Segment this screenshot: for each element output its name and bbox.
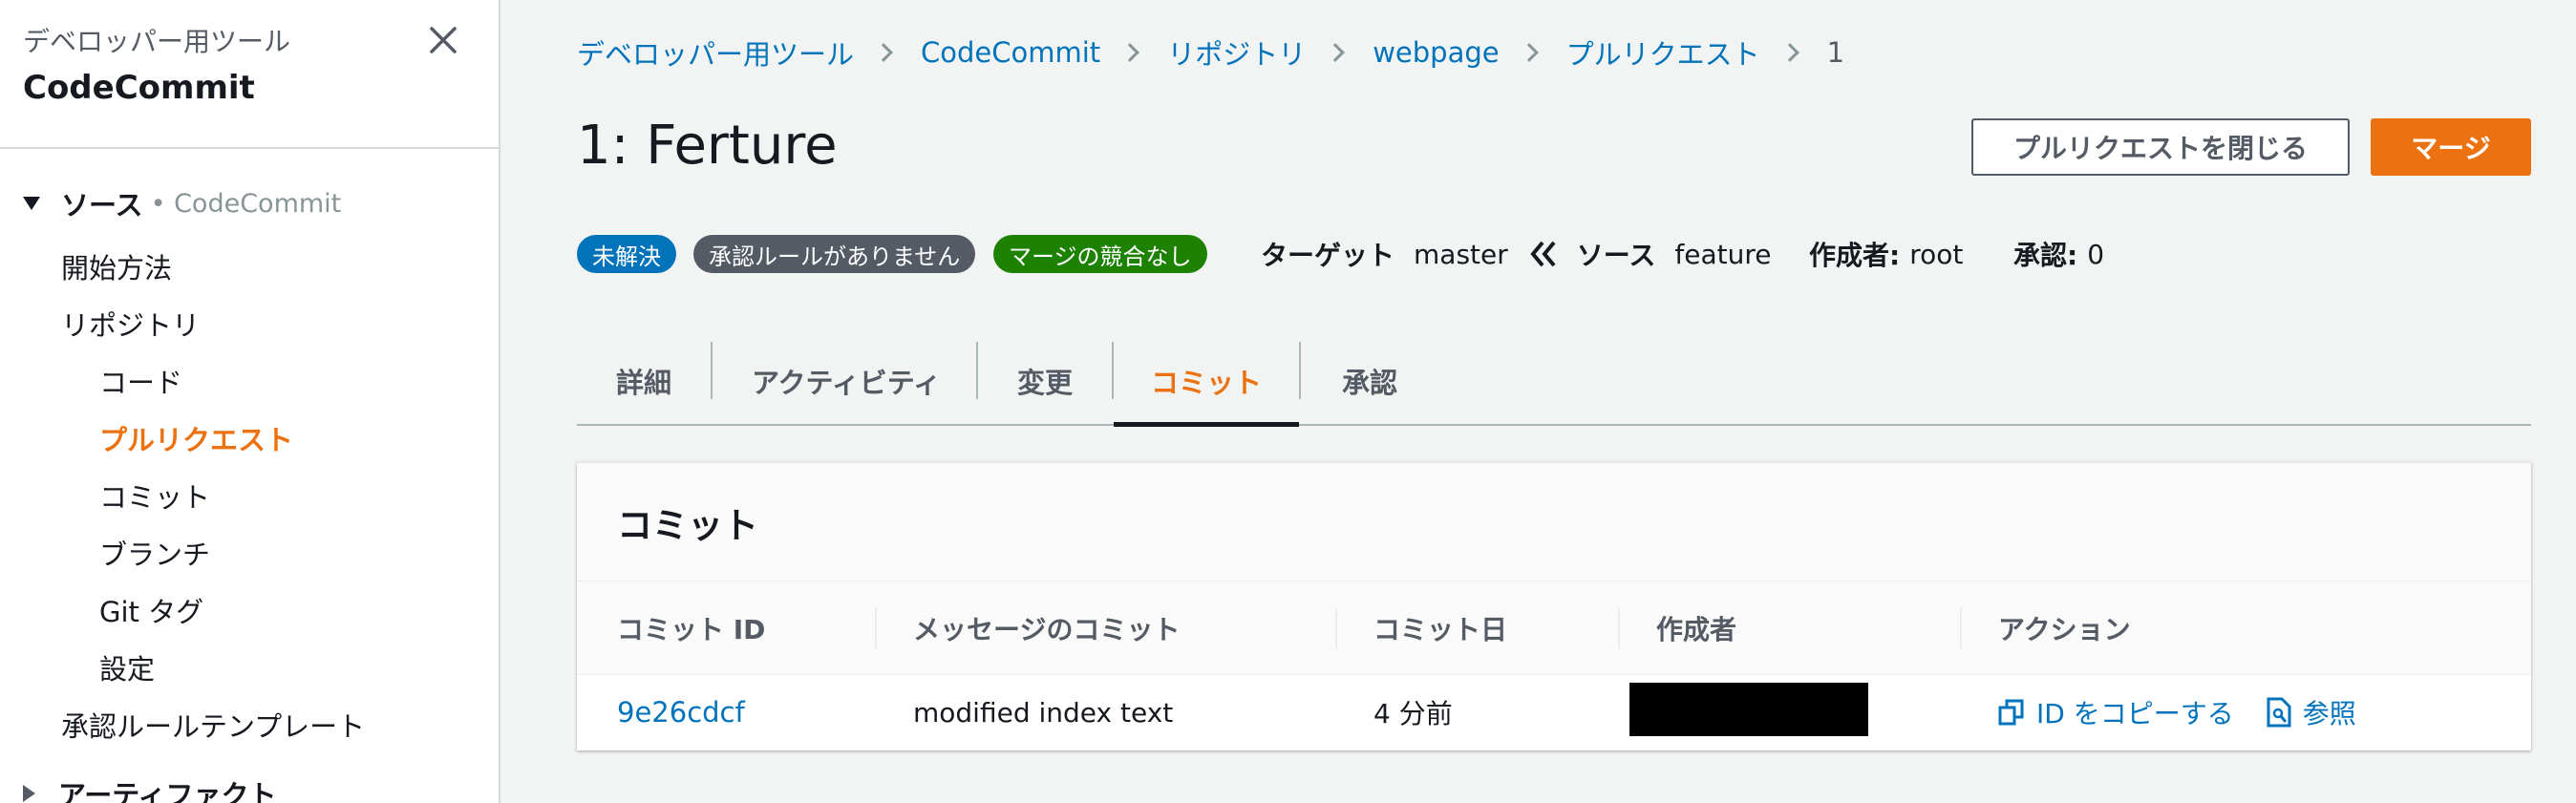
sidebar-section-source[interactable]: ソース • CodeCommit (23, 183, 341, 223)
sidebar: デベロッパー用ツール CodeCommit ソース • CodeCommit 開… (0, 0, 500, 803)
breadcrumb-current: 1 (1826, 36, 1845, 69)
sidebar-section-service: • CodeCommit (150, 188, 342, 219)
sidebar-item-settings[interactable]: 設定 (99, 647, 155, 687)
source-branch: feature (1674, 238, 1772, 270)
tab-approvals[interactable]: 承認 (1301, 338, 1438, 424)
sidebar-divider (0, 147, 499, 149)
column-actions[interactable]: アクション (1998, 581, 2131, 675)
sidebar-section-label: アーティファクト (58, 779, 277, 803)
double-chevron-left-icon (1529, 240, 1560, 268)
status-badge-approval-rules: 承認ルールがありません (693, 235, 976, 273)
sidebar-title: CodeCommit (23, 69, 255, 107)
table-row: 9e26cdcf modified index text 4 分前 ID をコピ… (577, 675, 2531, 750)
browse-action[interactable]: 参照 (2267, 693, 2356, 731)
sidebar-section-label: ソース (61, 189, 143, 222)
copy-id-label: ID をコピーする (2036, 698, 2234, 729)
column-divider (1960, 608, 1962, 648)
copy-icon (1998, 699, 2024, 726)
column-author[interactable]: 作成者 (1656, 581, 1736, 675)
breadcrumb-developer-tools[interactable]: デベロッパー用ツール (577, 32, 854, 73)
row-actions: ID をコピーする 参照 (1998, 675, 2356, 750)
chevron-right-icon (1120, 43, 1140, 62)
tab-activity[interactable]: アクティビティ (713, 338, 980, 424)
redacted-author (1629, 683, 1868, 736)
chevron-right-icon (1519, 43, 1539, 62)
sidebar-item-git-tags[interactable]: Git タグ (99, 590, 203, 630)
page-title: 1: Ferture (577, 115, 838, 177)
sidebar-header: デベロッパー用ツール CodeCommit (23, 21, 290, 107)
copy-id-action[interactable]: ID をコピーする (1998, 693, 2234, 731)
source-label: ソース (1576, 240, 1656, 271)
author-value: root (1909, 238, 1964, 270)
commit-id-link[interactable]: 9e26cdcf (617, 675, 745, 750)
commit-message: modified index text (913, 696, 1174, 729)
sidebar-item-code[interactable]: コード (99, 361, 182, 401)
sidebar-item-approval-rule-templates[interactable]: 承認ルールテンプレート (61, 705, 365, 745)
breadcrumb-codecommit[interactable]: CodeCommit (921, 36, 1100, 69)
tab-changes[interactable]: 変更 (978, 338, 1112, 424)
browse-label: 参照 (2302, 698, 2356, 729)
column-divider (875, 608, 877, 648)
approval-value: 0 (2087, 238, 2105, 270)
commits-panel: コミット コミット ID メッセージのコミット コミット日 作成者 アクション … (577, 462, 2531, 750)
breadcrumb: デベロッパー用ツール CodeCommit リポジトリ webpage プルリク… (577, 32, 1844, 73)
chevron-right-icon (874, 43, 893, 62)
column-commit-id[interactable]: コミット ID (617, 581, 765, 675)
sidebar-subtitle: デベロッパー用ツール (23, 26, 291, 57)
tab-bar: 詳細 アクティビティ 変更 コミット 承認 (577, 338, 2531, 427)
caret-right-icon (23, 785, 35, 802)
sidebar-item-branches[interactable]: ブランチ (99, 533, 210, 573)
sidebar-item-pull-requests[interactable]: プルリクエスト (99, 418, 293, 458)
document-search-icon (2267, 697, 2291, 728)
breadcrumb-pull-requests[interactable]: プルリクエスト (1566, 32, 1760, 73)
sidebar-item-commits[interactable]: コミット (99, 475, 210, 516)
author-label: 作成者: (1809, 240, 1901, 271)
approval-label: 承認: (2013, 240, 2078, 271)
tab-details[interactable]: 詳細 (577, 338, 711, 424)
merge-button[interactable]: マージ (2371, 118, 2531, 176)
target-label: ターゲット (1261, 240, 1395, 271)
close-icon[interactable] (424, 21, 462, 59)
status-badge-merge-conflicts: マージの競合なし (993, 235, 1207, 273)
close-pull-request-button[interactable]: プルリクエストを閉じる (1971, 118, 2350, 176)
branch-info: ターゲット master ソース feature (1261, 235, 1771, 273)
sidebar-item-repositories[interactable]: リポジトリ (61, 304, 200, 344)
column-divider (1618, 608, 1620, 648)
approval-info: 承認: 0 (2013, 235, 2104, 273)
sidebar-section-artifacts[interactable]: アーティファクト (23, 773, 277, 803)
sidebar-item-getting-started[interactable]: 開始方法 (61, 246, 172, 286)
status-badge-open: 未解決 (577, 235, 676, 273)
chevron-right-icon (1779, 43, 1799, 62)
tab-commits[interactable]: コミット (1114, 338, 1299, 427)
breadcrumb-repo[interactable]: webpage (1373, 36, 1499, 69)
column-commit-date[interactable]: コミット日 (1373, 581, 1507, 675)
commit-date: 4 分前 (1373, 698, 1453, 729)
chevron-right-icon (1326, 43, 1346, 62)
panel-title: コミット (577, 463, 2531, 581)
target-branch: master (1414, 238, 1508, 270)
author-info: 作成者: root (1809, 235, 1963, 273)
column-divider (1335, 608, 1337, 648)
caret-down-icon (23, 197, 40, 210)
table-header: コミット ID メッセージのコミット コミット日 作成者 アクション (577, 581, 2531, 675)
column-message[interactable]: メッセージのコミット (913, 581, 1180, 675)
breadcrumb-repositories[interactable]: リポジトリ (1167, 32, 1306, 73)
